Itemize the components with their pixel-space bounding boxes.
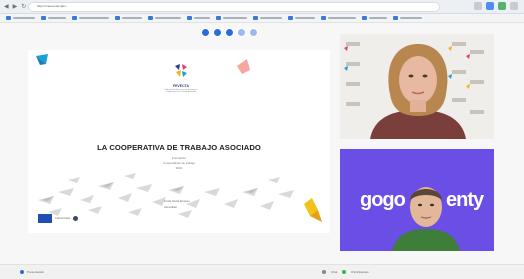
bookmark-item[interactable] — [6, 16, 35, 20]
bookmark-item[interactable] — [321, 16, 356, 20]
browser-toolbar: ◀ ▶ ↻ https://meet.example/... — [0, 0, 524, 14]
back-icon[interactable]: ◀ — [4, 4, 9, 10]
mic-control[interactable] — [213, 28, 222, 37]
bookmark-item[interactable] — [216, 16, 247, 20]
paper-planes — [38, 173, 294, 218]
camera-control[interactable] — [201, 28, 210, 37]
address-bar[interactable]: https://meet.example/... — [28, 2, 440, 12]
bottom-actions: Chat Participantes — [322, 270, 369, 274]
shared-slide: FEVECTA Federación Valenciana de Empresa… — [28, 50, 330, 233]
meeting-bottom-bar: Presentando Chat Participantes — [0, 264, 524, 279]
bookmarks-bar — [0, 14, 524, 23]
extension-icon[interactable] — [486, 2, 494, 10]
more-control[interactable] — [237, 28, 246, 37]
bookmark-item[interactable] — [393, 16, 422, 20]
speaker-face — [399, 56, 437, 104]
url-text: https://meet.example/... — [37, 4, 69, 8]
bookmark-item[interactable] — [115, 16, 142, 20]
extension-icon[interactable] — [498, 2, 506, 10]
footer-text: Cofinanciado — [55, 217, 71, 220]
video-tile-speaker[interactable] — [340, 34, 494, 139]
participants-icon[interactable] — [342, 270, 347, 274]
bookmark-item[interactable] — [148, 16, 181, 20]
bookmark-item[interactable] — [288, 16, 315, 20]
star-icon[interactable] — [474, 2, 482, 10]
participants-label[interactable]: Participantes — [351, 270, 368, 274]
logo-text: FEVECTA — [172, 84, 190, 88]
slide-subtitle: Formación — [171, 156, 187, 160]
footer-text: Generalitat — [164, 206, 177, 209]
footer-text: Fondo Social Europeo — [164, 200, 190, 203]
slide-title: LA COOPERATIVA DE TRABAJO ASOCIADO — [97, 143, 261, 152]
chat-icon[interactable] — [322, 270, 326, 274]
chat-label[interactable]: Chat — [331, 270, 337, 274]
presenting-icon — [20, 270, 24, 274]
eu-logos: Cofinanciado — [38, 214, 79, 223]
slide-logo: FEVECTA Federación Valenciana de Empresa… — [164, 64, 198, 93]
logo-icon — [175, 64, 187, 77]
speaker-video — [340, 34, 494, 139]
reload-icon[interactable]: ↻ — [21, 4, 26, 10]
bookmark-item[interactable] — [362, 16, 387, 20]
slide-subtitle: 2021 — [175, 166, 183, 170]
video-tile-participant[interactable]: gogo enty — [340, 149, 494, 251]
slide-subtitle: Cooperativas de trabajo — [163, 161, 195, 165]
presenting-indicator: Presentando — [20, 270, 44, 274]
bookmark-item[interactable] — [72, 16, 109, 20]
toolbar-extensions — [474, 2, 518, 10]
bookmark-item[interactable] — [187, 16, 210, 20]
presenting-label: Presentando — [27, 270, 45, 274]
bookmark-item[interactable] — [41, 16, 66, 20]
share-control[interactable] — [225, 28, 234, 37]
seal-icon — [73, 216, 79, 221]
bookmark-item[interactable] — [253, 16, 282, 20]
forward-icon[interactable]: ▶ — [13, 4, 18, 10]
participant-video — [392, 187, 460, 251]
logo-subtitle: Federación Valenciana de Empresas Cooper… — [164, 89, 198, 93]
decor-shape — [237, 59, 250, 74]
eu-flag-icon — [38, 214, 52, 223]
profile-icon[interactable] — [510, 2, 518, 10]
meeting-controls — [201, 28, 258, 37]
participant-body — [392, 229, 460, 251]
leave-control[interactable] — [249, 28, 258, 37]
